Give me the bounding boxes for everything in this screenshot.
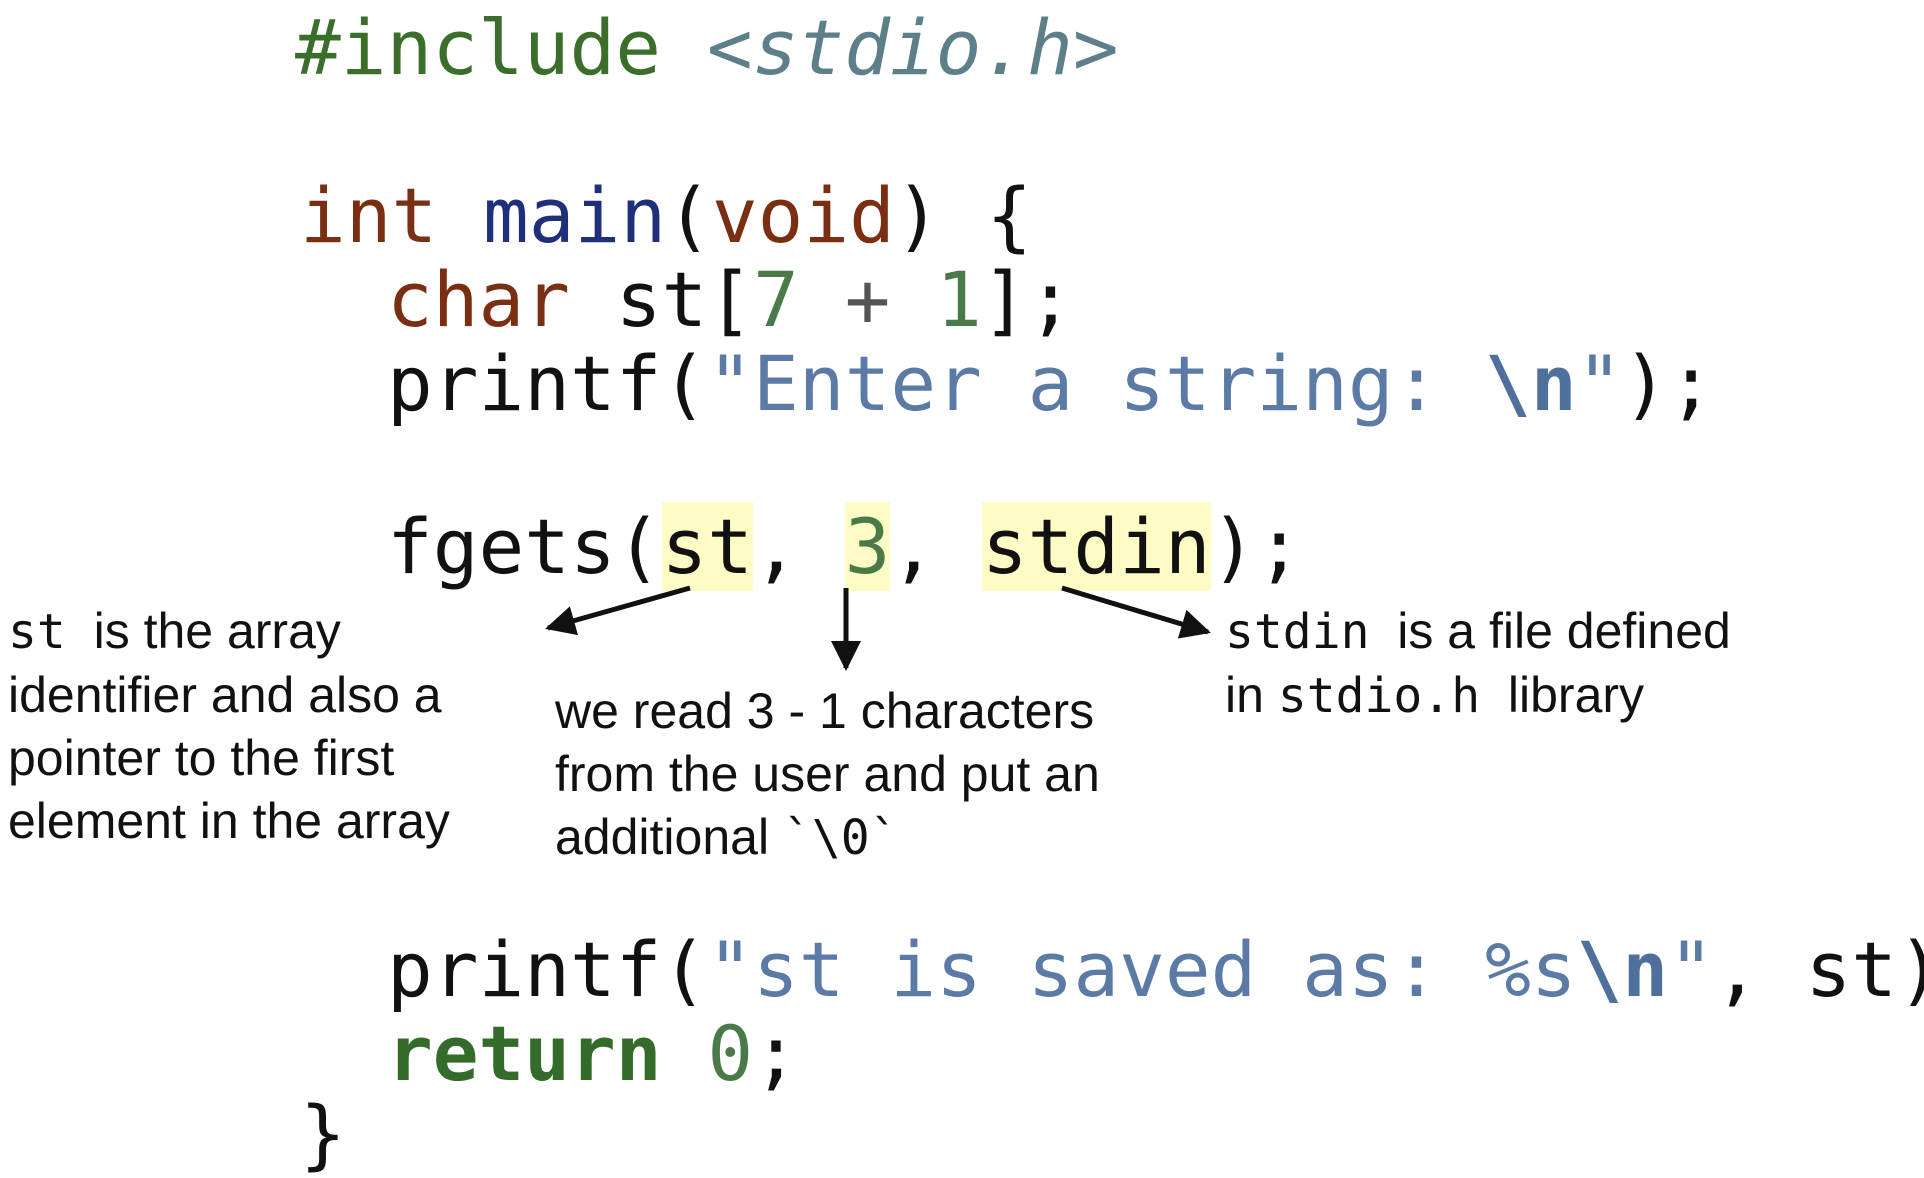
arrow-st <box>545 585 691 636</box>
annotation-arrows <box>545 585 1211 671</box>
arrow-stdin <box>1061 585 1211 639</box>
